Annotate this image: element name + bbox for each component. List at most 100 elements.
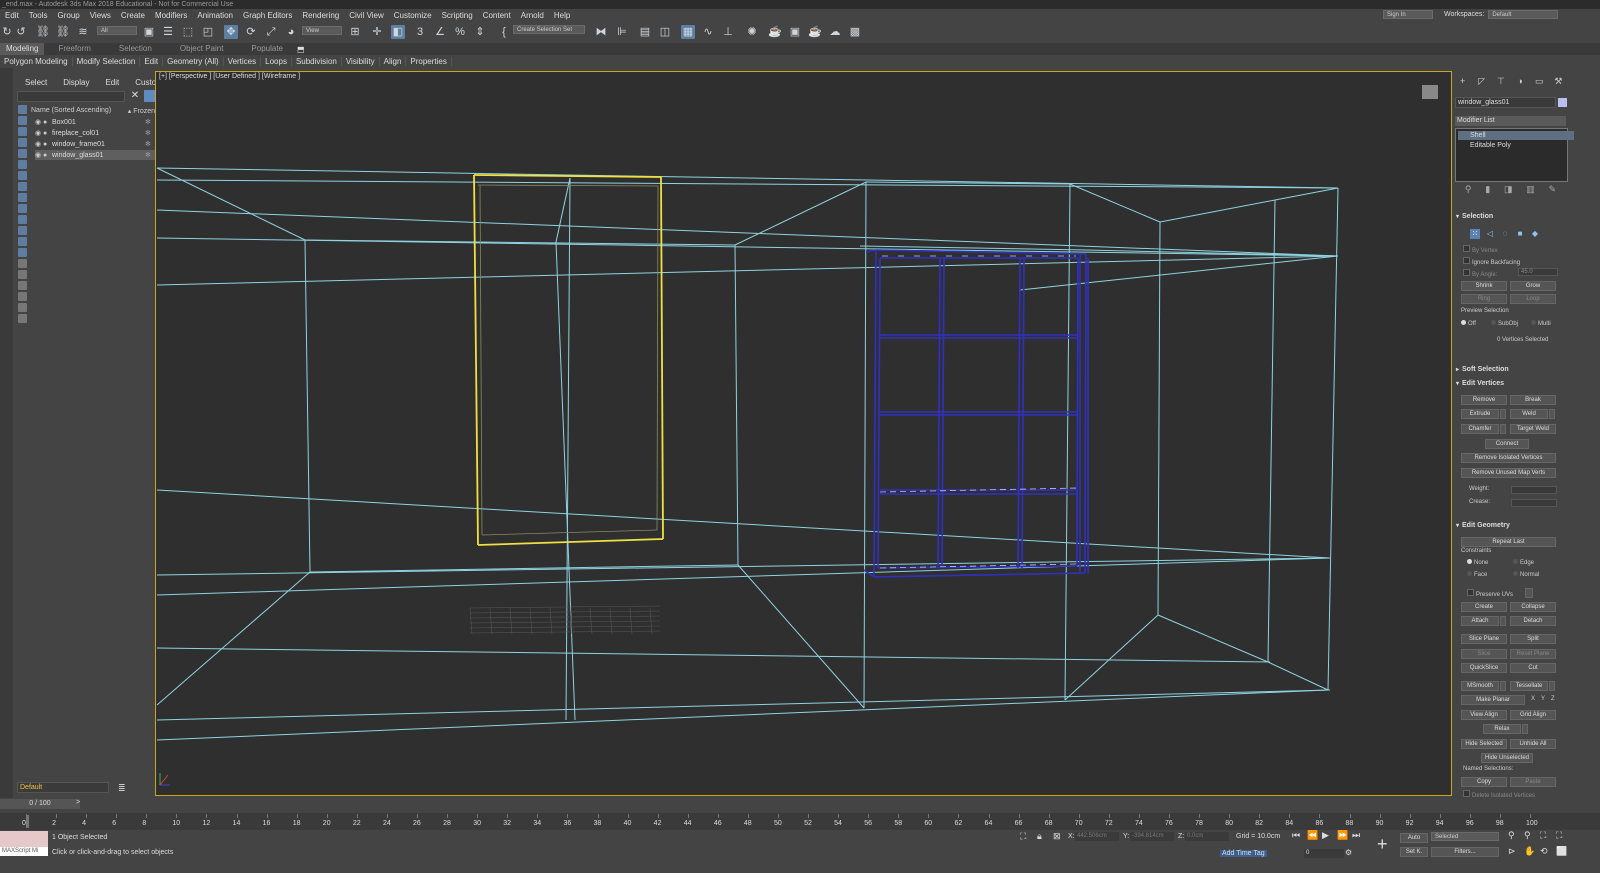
render-dot-icon[interactable]: ● [43,141,52,148]
collapse-button[interactable]: Collapse [1510,602,1556,612]
selection-lock-icon[interactable]: 🔒︎ [1037,831,1042,842]
redo-icon[interactable]: ↻ [0,25,14,39]
ring-button[interactable]: Ring [1461,294,1507,304]
spinner-snap-icon[interactable]: ⇕ [473,25,487,39]
filter-toggle-icon[interactable] [17,303,27,312]
target-weld-button[interactable]: Target Weld [1510,424,1556,434]
menu-edit[interactable]: Edit [0,11,24,20]
field-of-view-icon[interactable]: ⊳ [1508,846,1516,857]
viewport-label[interactable]: [+] [Perspective ] [User Defined ] [Wire… [159,73,300,80]
ignore-backfacing-checkbox[interactable]: Ignore Backfacing [1463,257,1520,266]
visibility-eye-icon[interactable]: ◉ [35,140,43,148]
play-icon[interactable]: ▶ [1322,830,1329,841]
slice-button[interactable]: Slice [1461,649,1507,659]
display-children-icon[interactable] [17,259,27,268]
next-frame-icon[interactable]: > [76,799,86,809]
attach-button[interactable]: Attach [1461,616,1499,626]
tessellate-button[interactable]: Tessellate [1510,681,1548,691]
ribbon-tab-object-paint[interactable]: Object Paint [166,43,238,55]
configure-modifier-sets-icon[interactable]: ✎ [1549,184,1557,196]
connect-button[interactable]: Connect [1485,439,1529,449]
stack-item-shell[interactable]: Shell [1458,131,1574,140]
menu-create[interactable]: Create [116,11,150,20]
constraint-face-radio[interactable]: Face [1467,571,1487,578]
absolute-mode-icon[interactable]: ⊠ [1053,831,1061,842]
display-geometry-icon[interactable] [17,127,27,136]
ribbon-tab-populate[interactable]: Populate [237,43,297,55]
pivot-center-icon[interactable]: ⊞ [348,25,362,39]
preserve-uvs-checkbox[interactable]: Preserve UVs [1467,589,1513,598]
ribbon-panel-loops[interactable]: Loops [261,57,292,66]
add-time-tag[interactable]: Add Time Tag [1220,850,1267,857]
modifier-list-dropdown[interactable]: Modifier List [1455,116,1566,126]
key-filter-dropdown[interactable]: Selected [1431,832,1499,841]
slice-plane-button[interactable]: Slice Plane [1461,634,1507,644]
freeze-icon[interactable]: ✻ [145,140,155,148]
msmooth-button[interactable]: MSmooth [1461,681,1499,691]
remove-isolated-vertices-button[interactable]: Remove Isolated Vertices [1461,453,1556,463]
create-tab-icon[interactable]: + [1458,76,1468,86]
explorer-row-window-frame[interactable]: ◉ ● window_frame01 ✻ [35,139,155,149]
object-color-swatch[interactable] [1558,98,1567,107]
freeze-icon[interactable]: ✻ [145,118,155,126]
select-rotate-icon[interactable]: ⟳ [244,25,258,39]
auto-key-button[interactable]: Auto [1400,833,1428,843]
ribbon-options-icon[interactable]: ⬒ [297,45,305,54]
zoom-all-icon[interactable]: ⚲ [1524,830,1531,841]
visibility-eye-icon[interactable]: ◉ [35,118,43,126]
menu-animation[interactable]: Animation [192,11,238,20]
menu-scripting[interactable]: Scripting [437,11,478,20]
rollout-soft-selection[interactable]: Soft Selection [1456,365,1566,375]
preserve-uvs-settings-button[interactable] [1525,588,1533,598]
current-layer-field[interactable]: Default [17,782,109,793]
schematic-view-icon[interactable]: ⊥ [721,25,735,39]
pin-stack-icon[interactable]: ⚲ [1465,184,1472,196]
material-editor-icon[interactable]: ✺ [745,25,759,39]
layer-icon[interactable] [17,314,27,323]
explorer-row-window-glass[interactable]: ◉ ● window_glass01 ✻ [35,150,155,160]
ribbon-panel-properties[interactable]: Properties [406,57,452,66]
zoom-extents-all-icon[interactable]: ⛶ [1556,830,1562,841]
ribbon-toggle-icon[interactable]: ▦ [681,25,695,39]
unlink-icon[interactable]: ⛓ [56,25,70,39]
select-move-icon[interactable]: ✥ [224,25,238,39]
menu-customize[interactable]: Customize [389,11,437,20]
display-xrefs-icon[interactable] [17,204,27,213]
keyboard-shortcut-override-icon[interactable]: ◧ [391,25,405,39]
render-production-icon[interactable]: ☕ [808,25,822,39]
paste-button[interactable]: Paste [1510,777,1556,787]
repeat-last-button[interactable]: Repeat Last [1461,537,1556,547]
select-scale-icon[interactable]: ⤢ [264,25,278,39]
make-planar-button[interactable]: Make Planar [1461,695,1525,705]
hierarchy-tab-icon[interactable]: ⊤ [1496,76,1506,86]
constraint-normal-radio[interactable]: Normal [1513,571,1539,578]
display-influences-icon[interactable] [17,270,27,279]
ribbon-tab-selection[interactable]: Selection [105,43,166,55]
vertex-mode-icon[interactable]: ⁙ [1470,229,1480,239]
select-by-name-icon[interactable]: ☰ [161,25,175,39]
orbit-icon[interactable]: ⟲ [1540,846,1548,857]
perspective-viewport[interactable]: [+] [Perspective ] [User Defined ] [Wire… [155,71,1452,796]
polygon-mode-icon[interactable]: ■ [1515,229,1525,239]
workspace-dropdown[interactable]: Default [1488,10,1559,19]
utilities-tab-icon[interactable]: ⚒ [1553,76,1563,86]
weld-settings-button[interactable] [1549,409,1555,419]
copy-button[interactable]: Copy [1461,777,1507,787]
split-checkbox[interactable]: Split [1510,634,1556,644]
percent-snap-icon[interactable]: % [453,25,467,39]
reference-coordinate-dropdown[interactable]: View [302,26,342,35]
remove-modifier-icon[interactable]: ▥ [1526,184,1535,196]
sync-selection-icon[interactable] [17,281,27,290]
quickslice-button[interactable]: QuickSlice [1461,663,1507,673]
ribbon-panel-modify-selection[interactable]: Modify Selection [73,57,141,66]
weight-spinner[interactable] [1511,486,1557,494]
explorer-menu-edit[interactable]: Edit [97,78,127,87]
rollout-edit-vertices[interactable]: Edit Vertices [1456,379,1566,389]
display-groups-icon[interactable] [17,193,27,202]
layer-explorer-icon[interactable]: ◫ [658,25,672,39]
menu-tools[interactable]: Tools [24,11,53,20]
clear-search-icon[interactable]: ✕ [130,90,140,102]
reset-plane-button[interactable]: Reset Plane [1510,649,1556,659]
time-slider-frame[interactable]: 0 / 100 [0,799,80,809]
window-crossing-icon[interactable]: ◰ [201,25,215,39]
